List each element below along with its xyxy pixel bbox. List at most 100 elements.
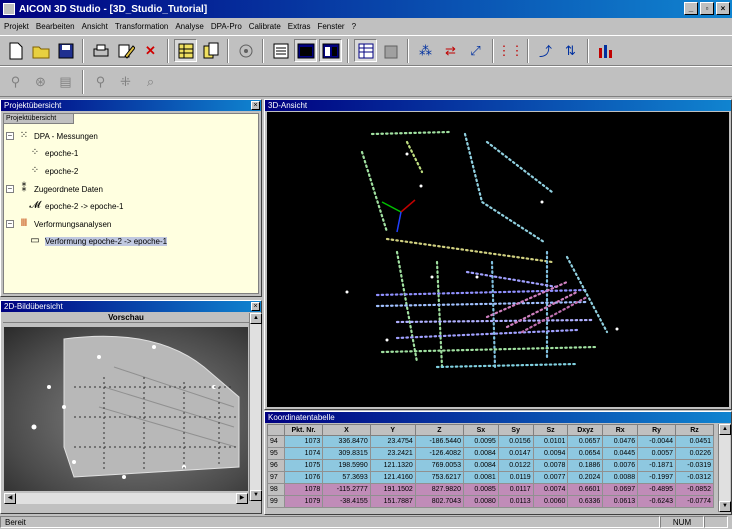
panel-view-icon[interactable] — [294, 39, 317, 62]
image-scrollbar[interactable]: ▲ ▼ — [249, 313, 262, 501]
column-header[interactable]: Ry — [637, 424, 676, 436]
menu-projekt[interactable]: Projekt — [4, 22, 29, 31]
tool-d-icon[interactable]: ⌕ — [139, 70, 162, 93]
scroll-right-icon[interactable]: ▶ — [236, 493, 248, 504]
transform-a-icon[interactable]: ⁂ — [414, 39, 437, 62]
open-folder-icon[interactable] — [29, 39, 52, 62]
grid-table-icon[interactable] — [174, 39, 197, 62]
menu-transformation[interactable]: Transformation — [115, 22, 169, 31]
tree-node-deformation-item[interactable]: ▭ Verformung epoche-2 -> epoche-1 — [28, 235, 168, 247]
table-row[interactable]: 96 1075 198.5990 121.1320 769.0053 0.0084 0.01… — [267, 459, 714, 472]
table-scrollbar[interactable]: ▲ ▼ — [718, 424, 731, 512]
tree-node-assigned-data[interactable]: – ⁑ Zugeordnete Daten — [6, 183, 103, 195]
table-row[interactable]: 99 1079 -38.4155 151.7887 802.7043 0.0080 0.01… — [267, 495, 714, 508]
column-header[interactable]: Y — [369, 424, 416, 436]
main-toolbar: ✕ ⁂ ⇄ ⤢ ⋮⋮ ⤴ ⇅ — [0, 35, 732, 66]
chart-bars-icon[interactable] — [594, 39, 617, 62]
table-cell: -0.0319 — [675, 459, 714, 472]
delete-icon[interactable]: ✕ — [139, 39, 162, 62]
settings-dial-icon[interactable] — [234, 39, 257, 62]
tree-node-epoche-1[interactable]: ⁘ epoche-1 — [28, 147, 79, 159]
menu-dpa-pro[interactable]: DPA-Pro — [211, 22, 242, 31]
edit-pencil-icon[interactable] — [114, 39, 137, 62]
deformation-item-icon: ▭ — [30, 235, 40, 246]
minimize-button[interactable]: _ — [684, 2, 698, 15]
table-cell: 0.0095 — [462, 435, 499, 448]
deformation-icon: Ⅲ — [20, 218, 28, 229]
menu-extras[interactable]: Extras — [288, 22, 311, 31]
scroll-left-icon[interactable]: ◀ — [4, 493, 16, 504]
table-cell: 0.6336 — [567, 495, 604, 508]
table-cell: -0.0312 — [675, 471, 714, 484]
maximize-button[interactable]: ▫ — [700, 2, 714, 15]
table-cell: -38.4155 — [322, 495, 371, 508]
table-row[interactable]: 94 1073 336.8470 23.4754 -186.5440 0.0095 0.01… — [267, 435, 714, 448]
table-view-icon[interactable] — [354, 39, 377, 62]
close-button[interactable]: × — [716, 2, 730, 15]
tree-node-dpa[interactable]: – ⁙ DPA - Messungen — [6, 130, 98, 142]
scroll-down-icon[interactable]: ▼ — [250, 490, 262, 501]
table-cell: 0.0122 — [497, 459, 534, 472]
column-header[interactable] — [267, 424, 285, 436]
menu-fenster[interactable]: Fenster — [317, 22, 344, 31]
table-cell: 802.7043 — [414, 495, 464, 508]
column-header[interactable]: Sz — [532, 424, 569, 436]
table-cell: 827.9820 — [414, 483, 464, 496]
table-cell: 753.6217 — [414, 471, 464, 484]
column-header[interactable]: Sy — [497, 424, 534, 436]
transform-d-icon[interactable]: ⋮⋮ — [498, 39, 524, 62]
close-icon[interactable]: × — [251, 101, 260, 110]
table-cell: 98 — [267, 483, 285, 496]
panel-list-icon[interactable] — [269, 39, 292, 62]
column-header[interactable]: Z — [414, 424, 464, 436]
tree-node-deformation[interactable]: – Ⅲ Verformungsanalysen — [6, 218, 111, 230]
scroll-down-icon[interactable]: ▼ — [719, 501, 731, 512]
column-header[interactable]: X — [322, 424, 371, 436]
tree-node-epoche-2[interactable]: ⁘ epoche-2 — [28, 165, 79, 177]
table-row[interactable]: 97 1076 57.3693 121.4160 753.6217 0.0081 0.011… — [267, 471, 714, 484]
table-cell: -126.4082 — [414, 447, 464, 460]
transform-e-icon[interactable]: ⤴ — [534, 39, 557, 62]
copy-sheets-icon[interactable] — [199, 39, 222, 62]
menu-analyse[interactable]: Analyse — [175, 22, 203, 31]
table-row[interactable]: 95 1074 309.8315 23.2421 -126.4082 0.0084 0.01… — [267, 447, 714, 460]
table-cell: -0.1871 — [637, 459, 676, 472]
column-header[interactable]: Pkt. Nr. — [283, 424, 324, 436]
tool-b-icon[interactable]: ⚲ — [89, 70, 112, 93]
table-cell: 0.0451 — [675, 435, 714, 448]
target-points-icon[interactable]: ⊛ — [29, 70, 52, 93]
transform-c-icon[interactable]: ⤢ — [464, 39, 487, 62]
save-icon[interactable] — [54, 39, 77, 62]
tree-node-link[interactable]: 𝓜epoche-2 -> epoche-1 — [28, 200, 123, 212]
table-row[interactable]: 98 1078 -115.2777 191.1502 827.9820 0.0085 0.0… — [267, 483, 714, 496]
table-cell: 0.0080 — [462, 495, 499, 508]
table-cell: -0.4895 — [637, 483, 676, 496]
close-icon[interactable]: × — [251, 302, 260, 311]
measure-icon[interactable]: ⚲ — [4, 70, 27, 93]
print-icon[interactable] — [89, 39, 112, 62]
table-cell: 0.0654 — [567, 447, 604, 460]
trash-icon[interactable] — [379, 39, 402, 62]
table-cell: 0.0088 — [602, 471, 639, 484]
transform-b-icon[interactable]: ⇄ — [439, 39, 462, 62]
tool-c-icon[interactable]: ⁜ — [114, 70, 137, 93]
table-cell: 0.0101 — [532, 435, 569, 448]
scroll-up-icon[interactable]: ▲ — [250, 313, 262, 324]
scroll-up-icon[interactable]: ▲ — [719, 424, 731, 435]
point-cloud — [360, 130, 609, 369]
image-hscrollbar[interactable]: ◀ ▶ — [4, 493, 248, 504]
new-file-icon[interactable] — [4, 39, 27, 62]
panel-split-icon[interactable] — [319, 39, 342, 62]
column-header[interactable]: Sx — [462, 424, 499, 436]
column-header[interactable]: Dxyz — [567, 424, 604, 436]
transform-f-icon[interactable]: ⇅ — [559, 39, 582, 62]
menu-bearbeiten[interactable]: Bearbeiten — [36, 22, 75, 31]
menu-help[interactable]: ? — [352, 22, 356, 31]
3d-viewport[interactable] — [267, 112, 729, 407]
column-header[interactable]: Rz — [675, 424, 714, 436]
table-cell: 99 — [267, 495, 285, 508]
menu-calibrate[interactable]: Calibrate — [249, 22, 281, 31]
menu-ansicht[interactable]: Ansicht — [82, 22, 108, 31]
report-icon[interactable]: ▤ — [54, 70, 77, 93]
column-header[interactable]: Rx — [602, 424, 639, 436]
